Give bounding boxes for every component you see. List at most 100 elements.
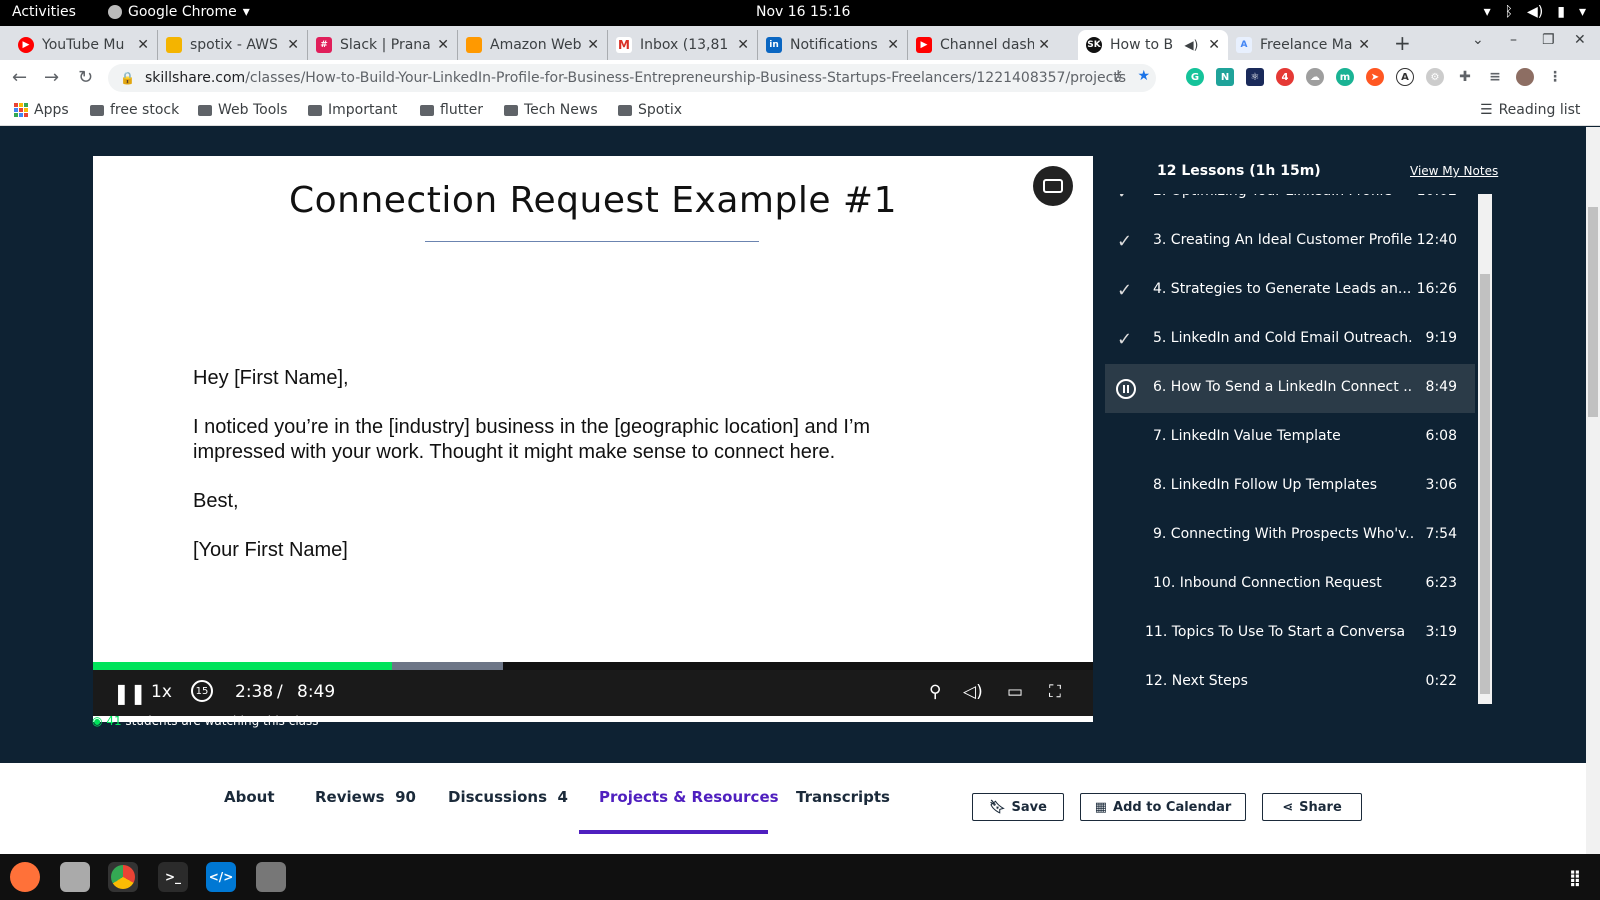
lesson-item[interactable]: 11. Topics To Use To Start a Conversat..… [1105,609,1475,658]
minimize-icon[interactable]: – [1510,32,1517,48]
lesson-item[interactable]: 6. How To Send a LinkedIn Connect ... 8:4… [1105,364,1475,413]
close-icon[interactable]: ✕ [437,37,449,53]
grammarly-icon[interactable]: G [1186,68,1204,86]
chrome-icon[interactable] [108,862,138,892]
forward-icon[interactable]: → [44,67,59,88]
pause-icon[interactable]: ❚❚ [113,681,147,705]
rewind-15-icon[interactable]: 15 [191,680,213,702]
activities-button[interactable]: Activities [12,4,76,20]
media-control-icon[interactable]: ≡ [1486,68,1504,86]
lesson-item[interactable]: ✓ 2. Optimizing Your LinkedIn Profile 10:0… [1105,194,1475,217]
tab-skillshare-active[interactable]: SK How to B ◀) ✕ [1078,30,1228,60]
close-icon[interactable]: ✕ [1358,37,1370,53]
tab-inbox[interactable]: M Inbox (13,81 ✕ [608,30,758,60]
tab-freelance[interactable]: A Freelance Ma ✕ [1228,30,1378,60]
close-icon[interactable]: ✕ [137,37,149,53]
tab-reviews[interactable]: Reviews 90 [315,788,416,806]
lesson-item[interactable]: 10. Inbound Connection Request 6:23 [1105,560,1475,609]
audio-playing-icon[interactable]: ◀) [1184,38,1198,52]
share-button[interactable]: ⋖ Share [1262,793,1362,821]
tab-search-icon[interactable]: ⌄ [1472,32,1484,48]
disk-icon[interactable] [256,862,286,892]
reload-icon[interactable]: ↻ [78,67,93,88]
close-icon[interactable]: ✕ [587,37,599,53]
app-menu[interactable]: Google Chrome ▾ [108,4,250,20]
address-bar[interactable]: 🔒 skillshare.com/classes/How-to-Build-Yo… [108,64,1156,92]
lesson-item[interactable]: 7. LinkedIn Value Template 6:08 [1105,413,1475,462]
active-tab-underline [579,830,768,834]
close-icon[interactable]: ✕ [737,37,749,53]
react-devtools-icon[interactable]: ⚛ [1246,68,1264,86]
tab-amazon-web[interactable]: Amazon Web ✕ [458,30,608,60]
close-icon[interactable]: ✕ [887,37,899,53]
tab-slack[interactable]: # Slack | Prana ✕ [308,30,458,60]
bookmark-tech-news[interactable]: Tech News [504,102,598,118]
show-apps-grid-icon[interactable]: ⣿ [1560,862,1590,892]
key-icon[interactable]: ⚷ [1113,68,1123,84]
new-tab-button[interactable]: + [1394,31,1411,55]
extension-cloud-icon[interactable]: ☁ [1306,68,1324,86]
bookmark-star-icon[interactable]: ★ [1137,68,1150,84]
tab-notifications[interactable]: in Notifications ✕ [758,30,908,60]
tab-spotix-aws[interactable]: spotix - AWS ✕ [158,30,308,60]
extension-n-icon[interactable]: N [1216,68,1234,86]
extension-a-icon[interactable]: A [1396,68,1414,86]
volume-icon[interactable]: ◁) [963,682,983,702]
add-to-calendar-button[interactable]: ▦ Add to Calendar [1080,793,1246,821]
lesson-list-scrollbar[interactable] [1478,194,1492,704]
back-icon[interactable]: ← [12,67,27,88]
tab-about[interactable]: About [224,788,275,806]
bookmark-free-stock[interactable]: free stock [90,102,179,118]
tab-discussions[interactable]: Discussions 4 [448,788,568,806]
close-icon[interactable]: ✕ [1208,37,1220,53]
menu-kebab-icon[interactable]: ⋮ [1546,68,1564,86]
page-scrollbar-thumb[interactable] [1588,207,1598,417]
tab-channel-dashboard[interactable]: ▶ Channel dash ✕ [908,30,1058,60]
lesson-item[interactable]: 8. LinkedIn Follow Up Templates 3:06 [1105,462,1475,511]
close-icon[interactable]: ✕ [1038,37,1050,53]
bookmark-web-tools[interactable]: Web Tools [198,102,287,118]
tab-youtube-music[interactable]: ▶ YouTube Mu ✕ [10,30,158,60]
captions-icon[interactable]: ▭ [1007,682,1023,702]
extension-m-icon[interactable]: m [1336,68,1354,86]
location-pin-icon[interactable]: ⚲ [929,682,941,702]
vscode-icon[interactable]: </> [206,862,236,892]
lesson-item[interactable]: 9. Connecting With Prospects Who'v... 7:5… [1105,511,1475,560]
reading-list-button[interactable]: ☰ Reading list [1480,102,1580,118]
lesson-item[interactable]: ✓ 5. LinkedIn and Cold Email Outreach... 9… [1105,315,1475,364]
page-scrollbar[interactable] [1586,127,1600,854]
bookmark-apps[interactable]: Apps [14,102,69,118]
view-my-notes-link[interactable]: View My Notes [1410,164,1498,178]
picture-in-picture-button[interactable] [1033,166,1073,206]
close-icon[interactable]: ✕ [287,37,299,53]
extension-settings-icon[interactable]: ⚙ [1426,68,1444,86]
scrollbar-thumb[interactable] [1480,274,1490,694]
bookmark-spotix[interactable]: Spotix [618,102,682,118]
firefox-icon[interactable] [10,862,40,892]
tab-projects-resources[interactable]: Projects & Resources [599,788,779,806]
bookmark-flutter[interactable]: flutter [420,102,483,118]
window-close-icon[interactable]: ✕ [1574,32,1586,48]
tab-transcripts[interactable]: Transcripts [796,788,890,806]
extension-arrow-icon[interactable]: ➤ [1366,68,1384,86]
lock-icon[interactable]: 🔒 [120,71,135,85]
lesson-item[interactable]: 12. Next Steps 0:22 [1105,658,1475,704]
playback-speed-button[interactable]: 1x [151,682,172,702]
save-button[interactable]: 🔖︎ Save [972,793,1064,821]
fullscreen-icon[interactable]: ⛶ [1049,682,1061,702]
video-progress-bar[interactable] [93,662,1093,670]
video-player[interactable]: Connection Request Example #1 Hey [First… [93,156,1093,722]
lesson-item[interactable]: ✓ 4. Strategies to Generate Leads an... 16… [1105,266,1475,315]
bookmark-important[interactable]: Important [308,102,397,118]
restore-icon[interactable]: ❐ [1542,32,1555,48]
system-tray[interactable]: ▾ ᛒ ◀) ▮ ▾ [1484,4,1586,20]
lesson-item[interactable]: ✓ 3. Creating An Ideal Customer Profile 12… [1105,217,1475,266]
extensions-puzzle-icon[interactable]: ✚ [1456,68,1474,86]
extension-badge-icon[interactable]: 4 [1276,68,1294,86]
terminal-icon[interactable]: >_ [158,862,188,892]
files-icon[interactable] [60,862,90,892]
lesson-title: 2. Optimizing Your LinkedIn Profile [1153,194,1413,199]
profile-avatar[interactable] [1516,68,1534,86]
lesson-title: 6. How To Send a LinkedIn Connect ... [1153,379,1413,395]
clock[interactable]: Nov 16 15:16 [756,4,850,20]
